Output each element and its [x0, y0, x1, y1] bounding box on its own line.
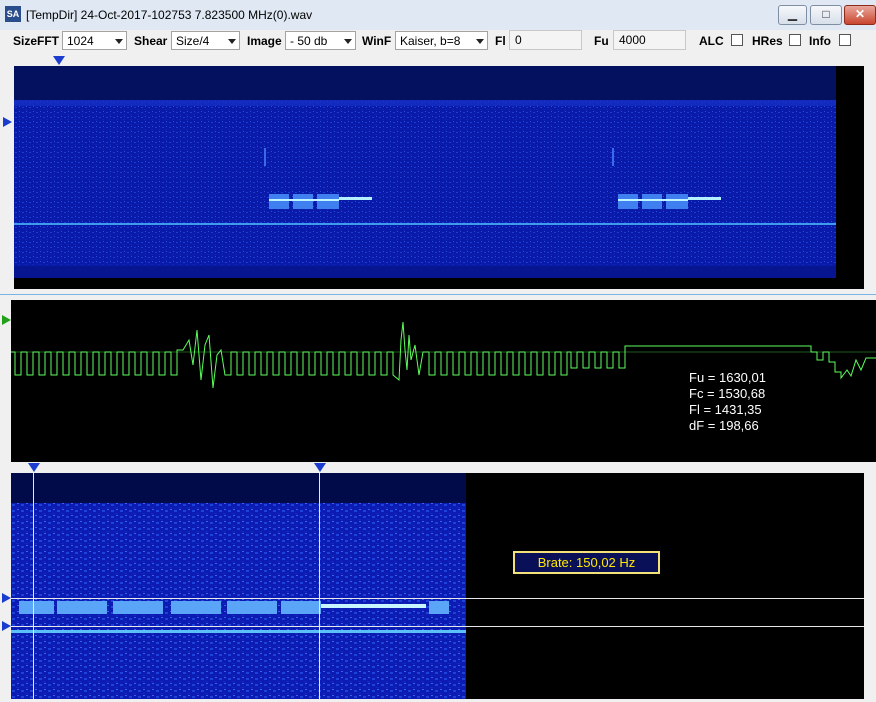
- brate-readout: Brate: 150,02 Hz: [513, 551, 660, 574]
- fl-field[interactable]: 0: [509, 30, 582, 50]
- chevron-down-icon: [115, 39, 123, 44]
- hres-checkbox[interactable]: [789, 34, 801, 46]
- lower-frequency-line[interactable]: [11, 626, 864, 627]
- toolbar: SizeFFT 1024 Shear Size/4 Image - 50 db …: [0, 30, 876, 54]
- minimize-button[interactable]: ▁: [778, 5, 807, 25]
- window-title: [TempDir] 24-Oct-2017-102753 7.823500 MH…: [26, 8, 313, 22]
- winf-value: Kaiser, b=8: [400, 34, 461, 48]
- fu-readout: Fu = 1630,01: [689, 370, 766, 385]
- fu-label: Fu: [594, 34, 609, 48]
- spectrogram-overview[interactable]: [14, 66, 864, 289]
- hres-label: HRes: [752, 34, 783, 48]
- shear-label: Shear: [134, 34, 168, 48]
- df-readout: dF = 198,66: [689, 418, 759, 433]
- chevron-down-icon: [228, 39, 236, 44]
- winf-label: WinF: [362, 34, 392, 48]
- alc-label: ALC: [699, 34, 724, 48]
- cursor-marker-icon[interactable]: [53, 56, 65, 65]
- frequency-readout: Fu = 1630,01 Fc = 1530,68 Fl = 1431,35 d…: [689, 370, 766, 434]
- alc-checkbox[interactable]: [731, 34, 743, 46]
- level-marker-icon[interactable]: [2, 315, 11, 325]
- image-value: - 50 db: [290, 34, 328, 48]
- spectrogram-zoom[interactable]: [11, 473, 864, 699]
- sizefft-value: 1024: [67, 34, 94, 48]
- cursor-marker-icon[interactable]: [314, 463, 326, 472]
- cursor-marker-icon[interactable]: [28, 463, 40, 472]
- spectrogram-zoom-image: [11, 473, 466, 699]
- chevron-down-icon: [344, 39, 352, 44]
- shear-value: Size/4: [176, 34, 210, 48]
- sizefft-label: SizeFFT: [13, 34, 60, 48]
- fc-readout: Fc = 1530,68: [689, 386, 766, 401]
- close-button[interactable]: ✕: [844, 5, 876, 25]
- fl-readout: Fl = 1431,35: [689, 402, 762, 417]
- level-marker-icon[interactable]: [2, 593, 11, 603]
- level-marker-icon[interactable]: [3, 117, 12, 127]
- fl-label: Fl: [495, 34, 506, 48]
- info-label: Info: [809, 34, 831, 48]
- winf-select[interactable]: Kaiser, b=8: [395, 31, 488, 50]
- maximize-button[interactable]: □: [810, 5, 842, 25]
- shear-select[interactable]: Size/4: [171, 31, 240, 50]
- level-marker-icon[interactable]: [2, 621, 11, 631]
- sizefft-select[interactable]: 1024: [62, 31, 127, 50]
- app-logo-icon: SA: [5, 6, 21, 22]
- upper-frequency-line[interactable]: [11, 598, 864, 599]
- spectrogram-overview-image: [14, 66, 836, 278]
- panel-divider[interactable]: [0, 294, 876, 295]
- fu-field[interactable]: 4000: [613, 30, 686, 50]
- info-checkbox[interactable]: [839, 34, 851, 46]
- image-label: Image: [247, 34, 282, 48]
- title-bar: SA [TempDir] 24-Oct-2017-102753 7.823500…: [0, 0, 876, 31]
- chevron-down-icon: [476, 39, 484, 44]
- end-time-line[interactable]: [319, 473, 320, 699]
- image-select[interactable]: - 50 db: [285, 31, 356, 50]
- start-time-line[interactable]: [33, 473, 34, 699]
